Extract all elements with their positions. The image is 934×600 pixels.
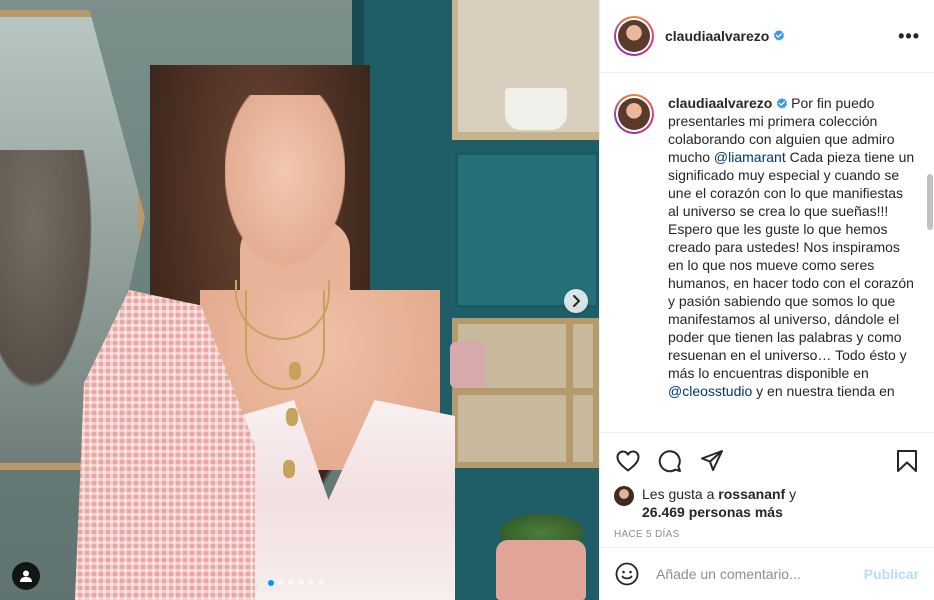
likes-conjunction: y <box>785 486 797 502</box>
photo-cubby-vertical <box>566 318 573 468</box>
more-options-icon[interactable]: ••• <box>898 26 920 47</box>
comment-icon <box>658 450 681 473</box>
likes-text: Les gusta a rossananf y 26.469 personas m… <box>642 485 796 521</box>
share-icon <box>701 450 723 471</box>
mention-link[interactable]: @cleosstudio <box>668 383 752 399</box>
author-username[interactable]: claudiaalvarezo <box>665 28 769 44</box>
photo-face <box>225 95 345 265</box>
emoji-button[interactable] <box>614 561 640 587</box>
carousel-dot <box>308 580 314 586</box>
comments-scroll-area[interactable]: claudiaalvarezo Por fin puedo presentarl… <box>600 74 934 432</box>
publish-button[interactable]: Publicar <box>864 566 919 582</box>
photo-pendant <box>289 362 301 380</box>
action-bar <box>614 433 921 485</box>
photo-drawer <box>455 152 599 308</box>
caption-body: y en nuestra tienda en <box>752 383 895 399</box>
verified-badge-icon <box>777 98 788 110</box>
likes-prefix: Les gusta a <box>642 486 719 502</box>
photo-necklace <box>245 290 325 390</box>
carousel-dot <box>318 580 324 586</box>
comment-button[interactable] <box>656 447 684 475</box>
post-timestamp[interactable]: HACE 5 DÍAS <box>614 529 921 540</box>
liker-username[interactable]: rossananf <box>718 486 785 502</box>
like-button[interactable] <box>614 447 642 475</box>
user-tag-icon <box>20 570 32 582</box>
comment-input[interactable] <box>656 566 864 582</box>
photo-pot <box>496 540 586 600</box>
caption-body: Cada pieza tiene un significado muy espe… <box>668 149 915 381</box>
chevron-right-icon <box>573 295 580 307</box>
emoji-icon <box>615 562 639 586</box>
share-button[interactable] <box>698 447 726 475</box>
caption: claudiaalvarezo Por fin puedo presentarl… <box>614 94 917 400</box>
save-button[interactable] <box>893 447 921 475</box>
post-photo[interactable] <box>0 0 599 600</box>
caption-avatar-image <box>618 98 650 130</box>
carousel-next-button[interactable] <box>564 289 588 313</box>
caption-author-username[interactable]: claudiaalvarezo <box>668 95 772 111</box>
photo-bowl <box>505 88 567 130</box>
liker-avatar[interactable] <box>614 486 634 506</box>
post-details-panel: claudiaalvarezo ••• claudiaalvarezo Por … <box>599 0 934 600</box>
carousel-dot <box>278 580 284 586</box>
scrollbar-thumb[interactable] <box>927 174 933 230</box>
user-tag-button[interactable] <box>12 562 40 590</box>
caption-text: claudiaalvarezo Por fin puedo presentarl… <box>668 94 917 400</box>
mention-link[interactable]: @liamarant <box>714 149 786 165</box>
bookmark-icon <box>897 450 917 472</box>
heart-icon <box>616 450 640 472</box>
carousel-dot <box>288 580 294 586</box>
verified-badge-icon <box>774 30 785 41</box>
photo-mirror-reflection <box>0 150 100 410</box>
carousel-dot <box>298 580 304 586</box>
post-header: claudiaalvarezo ••• <box>600 0 934 73</box>
photo-towel <box>450 342 486 388</box>
post-actions-area: Les gusta a rossananf y 26.469 personas m… <box>600 432 934 547</box>
photo-pendant <box>283 460 295 478</box>
photo-pendant <box>286 408 298 426</box>
add-comment-bar: Publicar <box>600 547 934 600</box>
carousel-dot <box>268 580 274 586</box>
photo-cubby-divider <box>452 388 599 395</box>
author-avatar[interactable] <box>614 16 654 56</box>
carousel-dots <box>268 580 324 586</box>
caption-author-avatar[interactable] <box>614 94 654 134</box>
author-avatar-image <box>618 20 650 52</box>
likes-count[interactable]: 26.469 personas más <box>642 504 783 520</box>
likes-summary: Les gusta a rossananf y 26.469 personas m… <box>614 485 921 521</box>
